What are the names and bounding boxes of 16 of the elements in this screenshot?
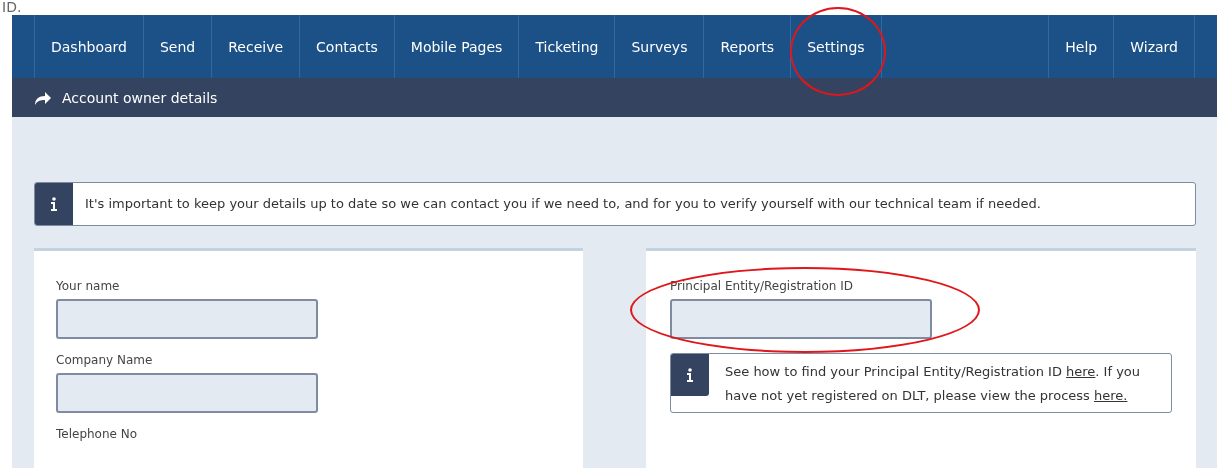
field-label: Your name: [56, 279, 121, 293]
caption-text: ID.: [1, 0, 23, 15]
input-field[interactable]: [56, 373, 318, 413]
here-link[interactable]: here.: [1093, 388, 1128, 403]
field-label: Company Name: [56, 353, 154, 367]
input-field[interactable]: [56, 299, 318, 339]
input-field[interactable]: [670, 299, 932, 339]
info-icon: [686, 368, 694, 382]
field-label: Principal Entity/Registration ID: [670, 279, 854, 293]
here-link[interactable]: here: [1066, 364, 1096, 379]
page-title: Account owner details: [62, 89, 218, 106]
help-note-text: See how to find your Principal Entity/Registration ID here. If you have not yet registered on DLT, please view the process here.: [724, 363, 1142, 405]
info-icon: [50, 197, 58, 211]
share-arrow-icon: [34, 90, 52, 105]
notice-text: It's important to keep your details up to date so we can contact you if we need to, and for you to verify yourself with our technical team if needed.: [84, 195, 1042, 213]
field-label: Telephone No: [56, 427, 139, 441]
